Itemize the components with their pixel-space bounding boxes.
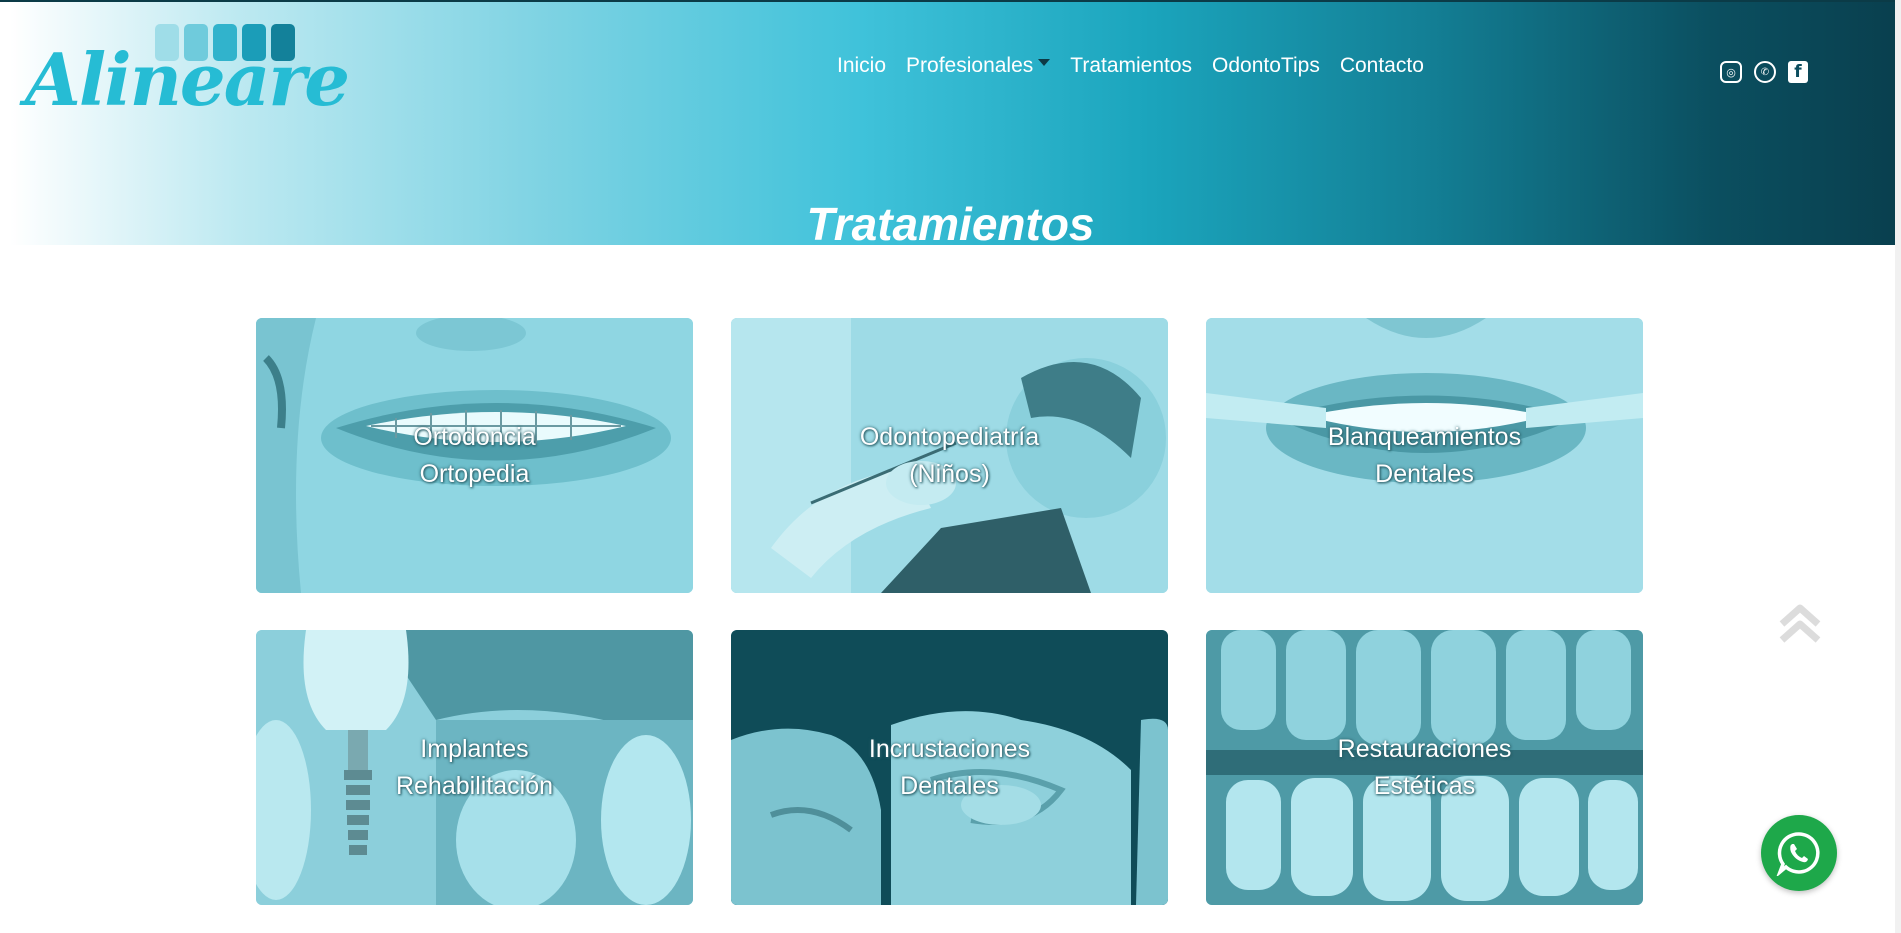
facebook-icon[interactable]: f — [1788, 61, 1808, 83]
logo[interactable]: Alineare — [25, 22, 350, 134]
social-links: ◎ ✆ f — [1720, 61, 1808, 83]
whatsapp-float-button[interactable] — [1761, 815, 1837, 891]
treatment-card-blanqueamientos[interactable]: Blanqueamientos Dentales — [1206, 318, 1643, 593]
instagram-icon[interactable]: ◎ — [1720, 61, 1742, 83]
treatment-label: Incrustaciones Dentales — [868, 734, 1031, 800]
nav-item-contacto[interactable]: Contacto — [1340, 54, 1424, 78]
treatment-label: Blanqueamientos Dentales — [1327, 422, 1522, 488]
treatment-card-implantes[interactable]: Implantes Rehabilitación — [256, 630, 693, 905]
main-nav: Inicio Profesionales Tratamientos Odonto… — [837, 52, 1444, 80]
whatsapp-icon[interactable]: ✆ — [1754, 61, 1776, 83]
nav-item-tratamientos[interactable]: Tratamientos — [1070, 54, 1192, 78]
treatment-card-ortodoncia[interactable]: Ortodoncia Ortopedia — [256, 318, 693, 593]
logo-text: Alineare — [25, 37, 350, 122]
treatment-label: Ortodoncia Ortopedia — [413, 422, 536, 488]
treatment-label: Restauraciones Estéticas — [1337, 734, 1512, 800]
treatment-label: Implantes Rehabilitación — [395, 734, 554, 800]
chevron-down-icon[interactable] — [1038, 58, 1051, 66]
nav-item-odontotips[interactable]: OdontoTips — [1212, 54, 1320, 78]
whatsapp-icon — [1776, 832, 1820, 876]
page-title: Tratamientos — [806, 197, 1095, 250]
double-chevron-up-icon[interactable] — [1777, 602, 1823, 644]
nav-item-profesionales[interactable]: Profesionales — [906, 54, 1033, 78]
treatment-card-restauraciones[interactable]: Restauraciones Estéticas — [1206, 630, 1643, 905]
treatment-card-incrustaciones[interactable]: Incrustaciones Dentales — [731, 630, 1168, 905]
scrollbar[interactable] — [1895, 0, 1901, 933]
nav-item-inicio[interactable]: Inicio — [837, 54, 886, 78]
treatment-card-odontopediatria[interactable]: Odontopediatría (Niños) — [731, 318, 1168, 593]
treatment-label: Odontopediatría (Niños) — [859, 422, 1040, 488]
